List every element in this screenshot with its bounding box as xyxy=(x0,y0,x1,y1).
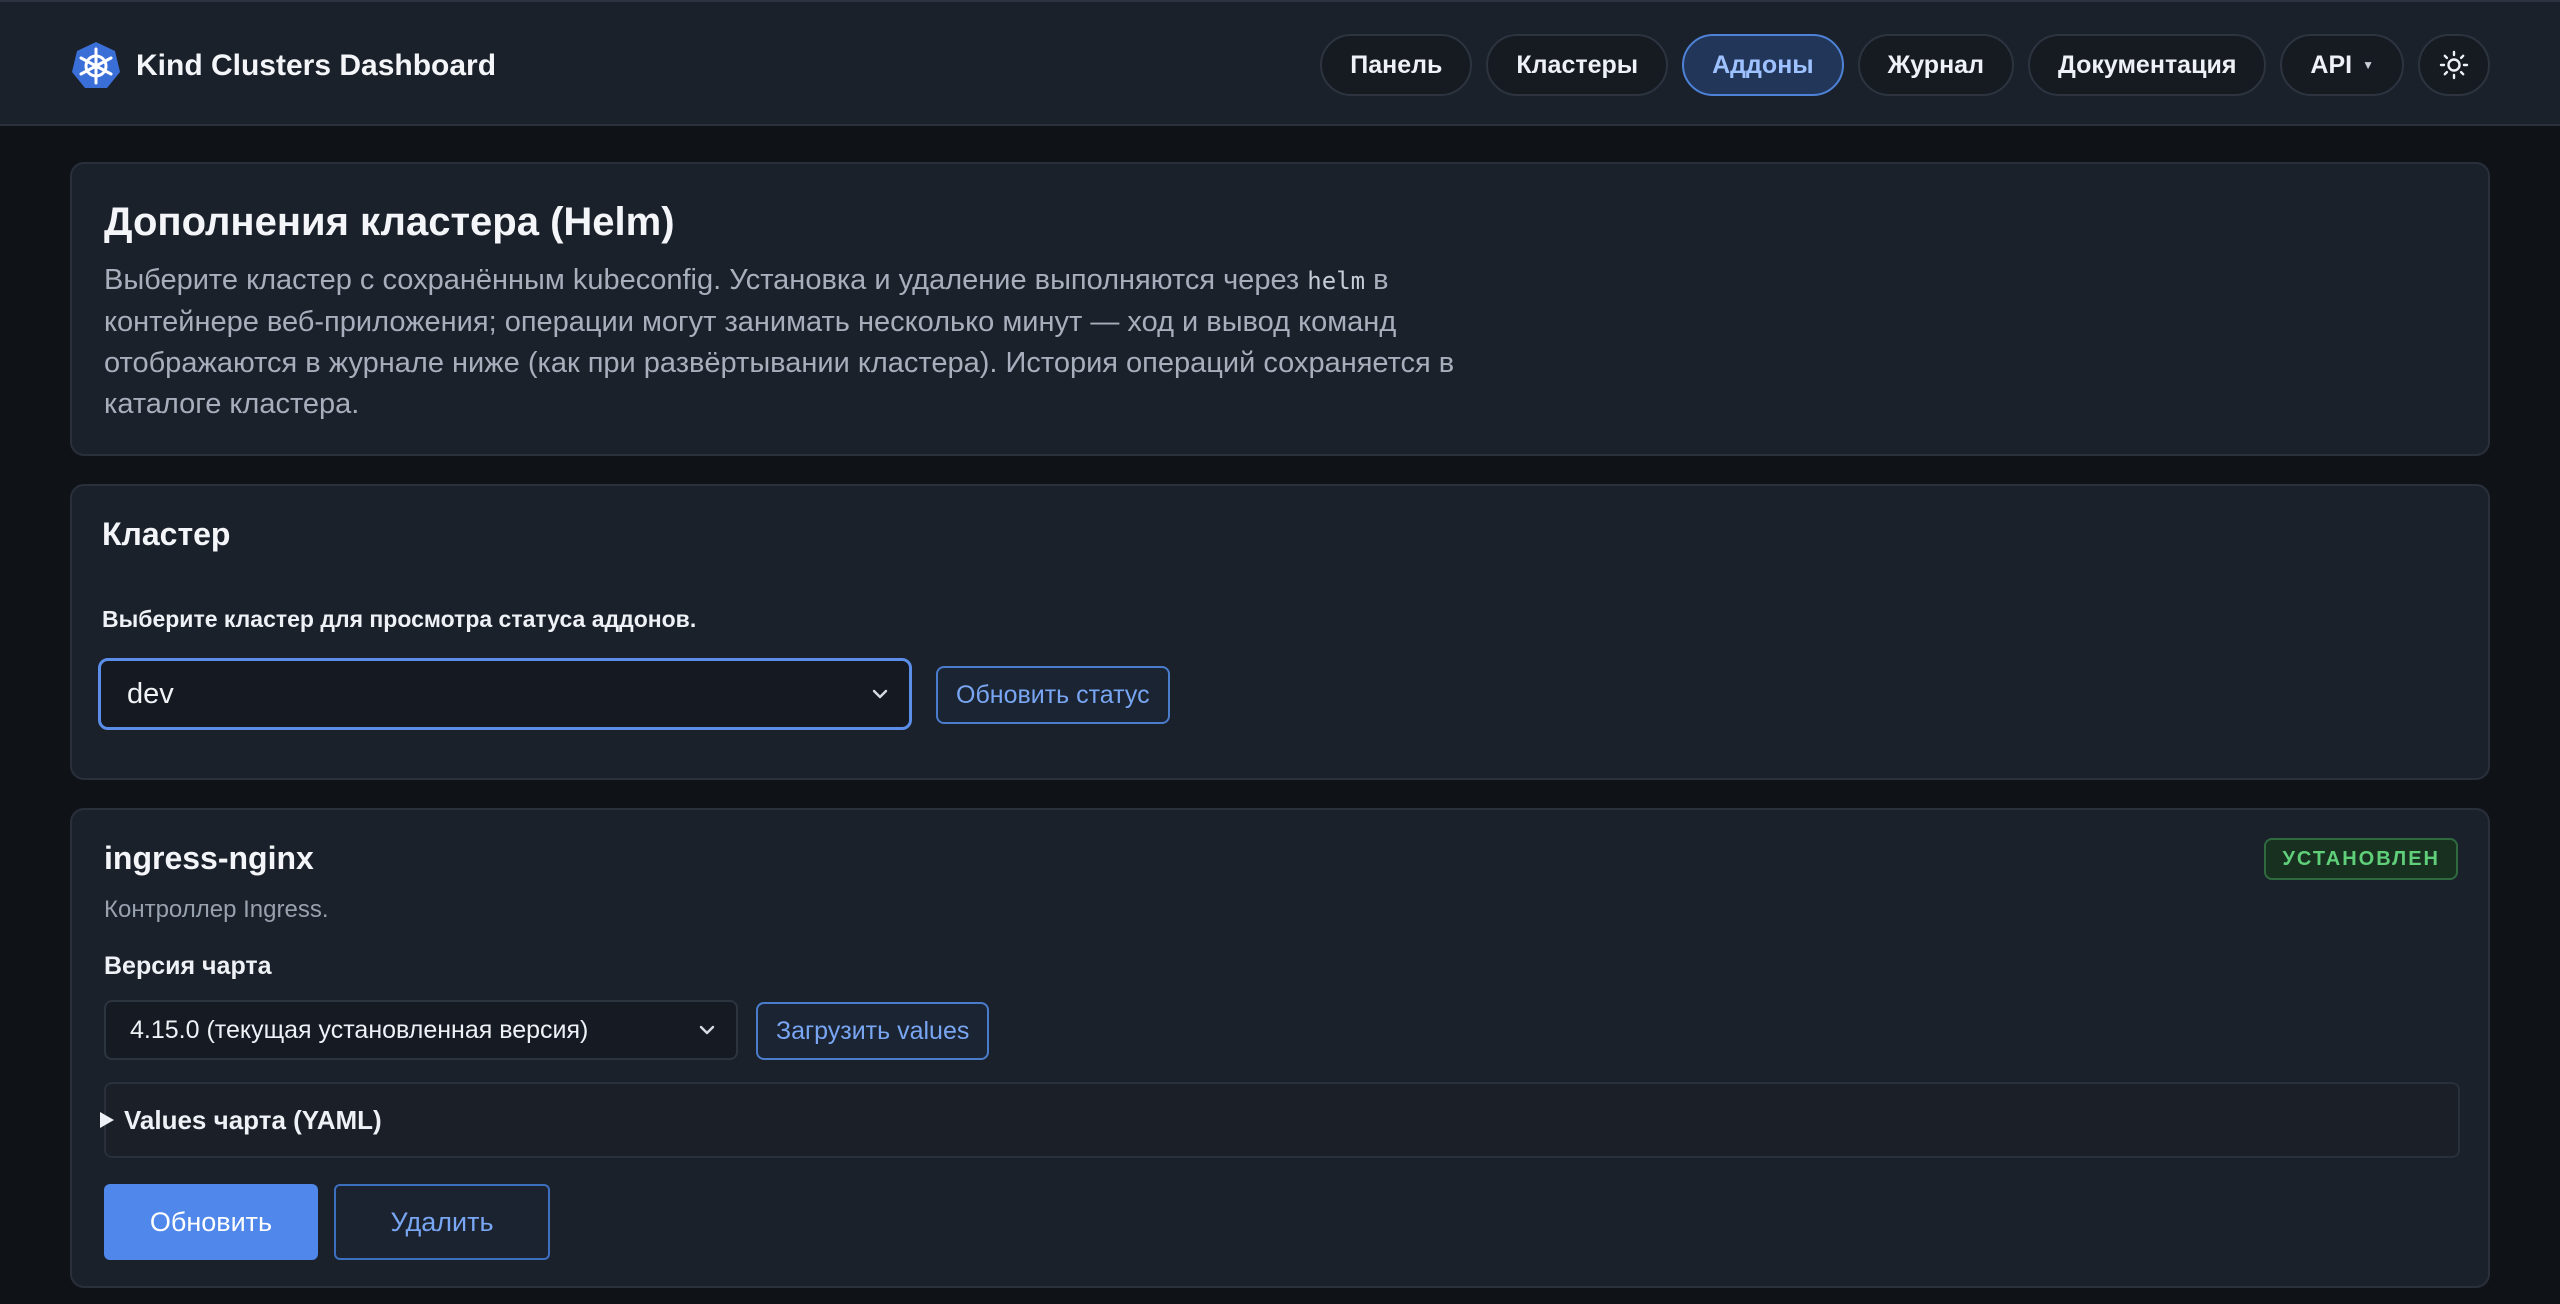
cluster-select[interactable]: dev xyxy=(98,658,912,730)
theme-toggle-button[interactable] xyxy=(2418,34,2490,96)
update-button[interactable]: Обновить xyxy=(104,1184,318,1260)
chart-version-label: Версия чарта xyxy=(104,952,272,980)
load-values-button[interactable]: Загрузить values xyxy=(756,1002,990,1060)
nav-api-label: API xyxy=(2310,50,2353,79)
delete-button[interactable]: Удалить xyxy=(334,1184,550,1260)
kubernetes-logo-icon xyxy=(72,42,120,88)
values-yaml-label: Values чарта (YAML) xyxy=(124,1104,382,1135)
top-bar: Kind Clusters Dashboard Панель Кластеры … xyxy=(0,0,2560,126)
status-badge: УСТАНОВЛЕН xyxy=(2264,838,2458,880)
cluster-section-title: Кластер xyxy=(102,516,231,552)
nav-dashboard[interactable]: Панель xyxy=(1320,34,1473,96)
cluster-select-label: Выберите кластер для просмотра статуса а… xyxy=(102,606,697,632)
chart-version-select[interactable]: 4.15.0 (текущая установленная версия) xyxy=(104,1000,738,1060)
cluster-card: Кластер Выберите кластер для просмотра с… xyxy=(70,484,2490,780)
nav-docs[interactable]: Документация xyxy=(2027,34,2267,96)
page-title: Дополнения кластера (Helm) xyxy=(104,200,675,244)
chart-version-value: 4.15.0 (текущая установленная версия) xyxy=(130,1015,589,1044)
main-nav: Панель Кластеры Аддоны Журнал Документац… xyxy=(1320,34,2490,96)
nav-journal[interactable]: Журнал xyxy=(1857,34,2014,96)
addon-name: ingress-nginx xyxy=(104,840,314,876)
values-yaml-toggle[interactable]: Values чарта (YAML) xyxy=(100,1082,2460,1158)
nav-api-dropdown[interactable]: API ▼ xyxy=(2280,34,2404,96)
intro-description: Выберите кластер с сохранённым kubeconfi… xyxy=(104,260,1524,425)
chevron-down-icon xyxy=(699,1025,715,1035)
helm-code: helm xyxy=(1307,267,1366,295)
chevron-down-icon xyxy=(872,689,888,699)
nav-clusters[interactable]: Кластеры xyxy=(1486,34,1669,96)
nav-addons[interactable]: Аддоны xyxy=(1682,34,1844,96)
caret-down-icon: ▼ xyxy=(2362,58,2374,72)
refresh-status-button[interactable]: Обновить статус xyxy=(936,666,1170,724)
addon-description: Контроллер Ingress. xyxy=(104,896,329,923)
intro-card: Дополнения кластера (Helm) Выберите клас… xyxy=(70,162,2490,456)
addon-card: ingress-nginx УСТАНОВЛЕН Контроллер Ingr… xyxy=(70,808,2490,1288)
sun-icon xyxy=(2439,50,2469,80)
disclosure-triangle-icon xyxy=(100,1112,114,1128)
cluster-select-value: dev xyxy=(127,677,174,710)
app-title: Kind Clusters Dashboard xyxy=(136,49,497,82)
brand[interactable]: Kind Clusters Dashboard xyxy=(70,40,496,92)
intro-text-part1: Выберите кластер с сохранённым kubeconfi… xyxy=(104,264,1308,296)
